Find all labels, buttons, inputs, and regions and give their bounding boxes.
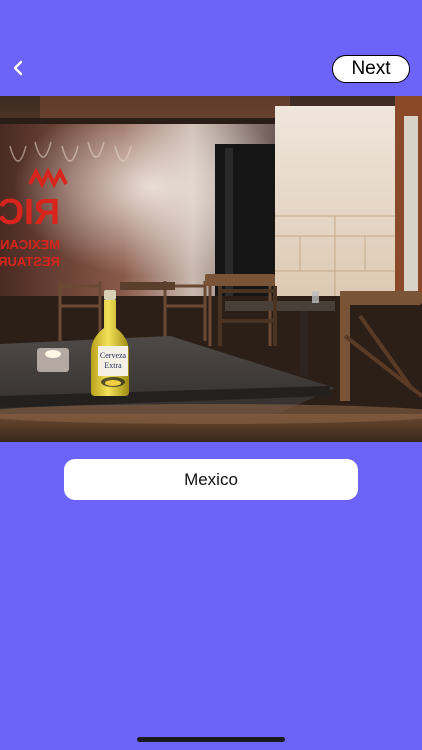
back-button[interactable] [8,57,28,79]
restaurant-photo: RICO MEXICAN RESTAURANT [0,96,422,442]
bottle-label-line2: Extra [104,361,122,370]
answer-option-button[interactable]: Mexico [64,459,358,500]
chevron-left-icon [13,60,23,76]
sign-line1: MEXICAN [0,237,60,252]
scene-image: RICO MEXICAN RESTAURANT [0,96,422,442]
home-indicator [137,737,285,742]
bottle-label-line1: Cerveza [100,351,127,360]
sign-brand: RICO [0,191,60,232]
top-bar: Next [0,0,422,96]
sign-line2: RESTAURANT [0,254,60,269]
next-button[interactable]: Next [332,55,410,83]
